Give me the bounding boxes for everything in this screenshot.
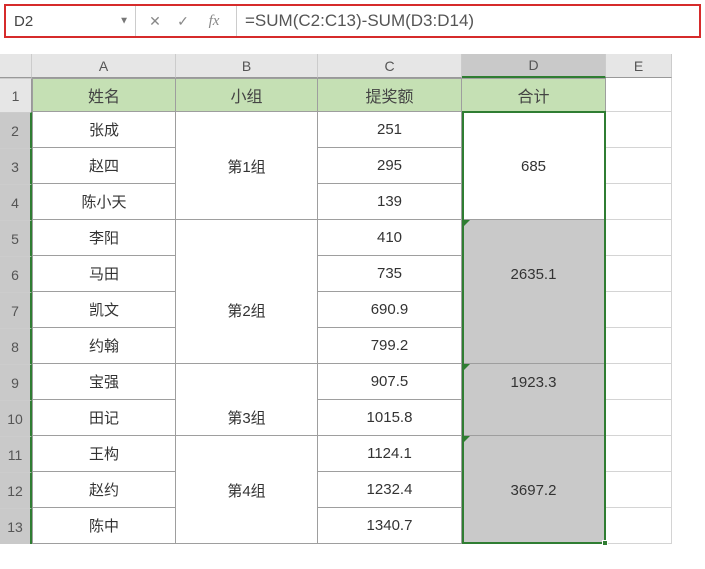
- select-all-corner[interactable]: [0, 54, 32, 78]
- col-header-c[interactable]: C: [318, 54, 462, 78]
- cell-c12[interactable]: 1232.4: [318, 472, 462, 508]
- col-header-e[interactable]: E: [606, 54, 672, 78]
- row-header-3[interactable]: 3: [0, 148, 32, 184]
- cell-d3[interactable]: 685: [462, 148, 606, 184]
- cell-b3[interactable]: 第1组: [176, 148, 318, 184]
- row-header-10[interactable]: 10: [0, 400, 32, 436]
- cell-c2[interactable]: 251: [318, 112, 462, 148]
- cell-a5[interactable]: 李阳: [32, 220, 176, 256]
- cell-c8[interactable]: 799.2: [318, 328, 462, 364]
- cell-d4[interactable]: [462, 184, 606, 220]
- cell-e6[interactable]: [606, 256, 672, 292]
- cell-b2[interactable]: [176, 112, 318, 148]
- cell-a10[interactable]: 田记: [32, 400, 176, 436]
- row-header-4[interactable]: 4: [0, 184, 32, 220]
- cell-e1[interactable]: [606, 78, 672, 112]
- cell-a12[interactable]: 赵约: [32, 472, 176, 508]
- cell-e5[interactable]: [606, 220, 672, 256]
- cell-a4[interactable]: 陈小天: [32, 184, 176, 220]
- grid-rows: 1 姓名 小组 提奖额 合计 2 张成 251 3 赵四 第1组 295 685: [0, 78, 705, 544]
- cell-e10[interactable]: [606, 400, 672, 436]
- cell-e13[interactable]: [606, 508, 672, 544]
- cell-a2[interactable]: 张成: [32, 112, 176, 148]
- cell-b8[interactable]: [176, 328, 318, 364]
- formula-bar: D2 ▼ ✕ ✓ fx =SUM(C2:C13)-SUM(D3:D14): [4, 4, 701, 38]
- cell-a13[interactable]: 陈中: [32, 508, 176, 544]
- cell-e4[interactable]: [606, 184, 672, 220]
- row-header-1[interactable]: 1: [0, 78, 32, 112]
- cell-c3[interactable]: 295: [318, 148, 462, 184]
- cell-d2[interactable]: [462, 112, 606, 148]
- cell-c9[interactable]: 907.5: [318, 364, 462, 400]
- cell-c6[interactable]: 735: [318, 256, 462, 292]
- cell-d11[interactable]: [462, 436, 606, 472]
- row-header-9[interactable]: 9: [0, 364, 32, 400]
- row-header-5[interactable]: 5: [0, 220, 32, 256]
- cell-b7[interactable]: 第2组: [176, 292, 318, 328]
- cell-b5[interactable]: [176, 220, 318, 256]
- cell-e8[interactable]: [606, 328, 672, 364]
- header-group[interactable]: 小组: [176, 78, 318, 112]
- cell-b12[interactable]: 第4组: [176, 472, 318, 508]
- formula-input[interactable]: =SUM(C2:C13)-SUM(D3:D14): [237, 6, 699, 36]
- cell-b4[interactable]: [176, 184, 318, 220]
- cell-d13[interactable]: [462, 508, 606, 544]
- cancel-icon[interactable]: ✕: [146, 13, 164, 30]
- cell-c7[interactable]: 690.9: [318, 292, 462, 328]
- row-header-7[interactable]: 7: [0, 292, 32, 328]
- cell-b13[interactable]: [176, 508, 318, 544]
- confirm-icon[interactable]: ✓: [174, 13, 192, 30]
- cell-c4[interactable]: 139: [318, 184, 462, 220]
- cell-d9[interactable]: 1923.3: [462, 364, 606, 400]
- row-header-11[interactable]: 11: [0, 436, 32, 472]
- row-header-2[interactable]: 2: [0, 112, 32, 148]
- cell-a7[interactable]: 凯文: [32, 292, 176, 328]
- cell-d5[interactable]: [462, 220, 606, 256]
- cell-e2[interactable]: [606, 112, 672, 148]
- cell-d8[interactable]: [462, 328, 606, 364]
- cell-b10[interactable]: 第3组: [176, 400, 318, 436]
- cell-c5[interactable]: 410: [318, 220, 462, 256]
- cell-c11[interactable]: 1124.1: [318, 436, 462, 472]
- name-box[interactable]: D2 ▼: [6, 6, 136, 36]
- row-header-12[interactable]: 12: [0, 472, 32, 508]
- spreadsheet-grid: A B C D E 1 姓名 小组 提奖额 合计 2 张成 251 3 赵四 第…: [0, 54, 705, 544]
- cell-c10[interactable]: 1015.8: [318, 400, 462, 436]
- cell-e12[interactable]: [606, 472, 672, 508]
- column-header-row: A B C D E: [0, 54, 705, 78]
- cell-b9[interactable]: [176, 364, 318, 400]
- cell-e3[interactable]: [606, 148, 672, 184]
- col-header-b[interactable]: B: [176, 54, 318, 78]
- cell-e7[interactable]: [606, 292, 672, 328]
- cell-a6[interactable]: 马田: [32, 256, 176, 292]
- col-header-a[interactable]: A: [32, 54, 176, 78]
- fx-icon[interactable]: fx: [202, 13, 226, 30]
- cell-d10[interactable]: [462, 400, 606, 436]
- header-bonus[interactable]: 提奖额: [318, 78, 462, 112]
- dropdown-icon[interactable]: ▼: [119, 16, 129, 27]
- cell-e9[interactable]: [606, 364, 672, 400]
- cell-c13[interactable]: 1340.7: [318, 508, 462, 544]
- formula-buttons: ✕ ✓ fx: [136, 6, 237, 36]
- cell-d6[interactable]: 2635.1: [462, 256, 606, 292]
- formula-text: =SUM(C2:C13)-SUM(D3:D14): [245, 11, 474, 31]
- cell-a11[interactable]: 王构: [32, 436, 176, 472]
- row-header-13[interactable]: 13: [0, 508, 32, 544]
- cell-reference: D2: [14, 13, 33, 30]
- cell-e11[interactable]: [606, 436, 672, 472]
- header-total[interactable]: 合计: [462, 78, 606, 112]
- cell-a9[interactable]: 宝强: [32, 364, 176, 400]
- row-header-6[interactable]: 6: [0, 256, 32, 292]
- cell-d12[interactable]: 3697.2: [462, 472, 606, 508]
- cell-a8[interactable]: 约翰: [32, 328, 176, 364]
- cell-d7[interactable]: [462, 292, 606, 328]
- row-header-8[interactable]: 8: [0, 328, 32, 364]
- header-name[interactable]: 姓名: [32, 78, 176, 112]
- cell-a3[interactable]: 赵四: [32, 148, 176, 184]
- cell-b6[interactable]: [176, 256, 318, 292]
- cell-b11[interactable]: [176, 436, 318, 472]
- col-header-d[interactable]: D: [462, 54, 606, 78]
